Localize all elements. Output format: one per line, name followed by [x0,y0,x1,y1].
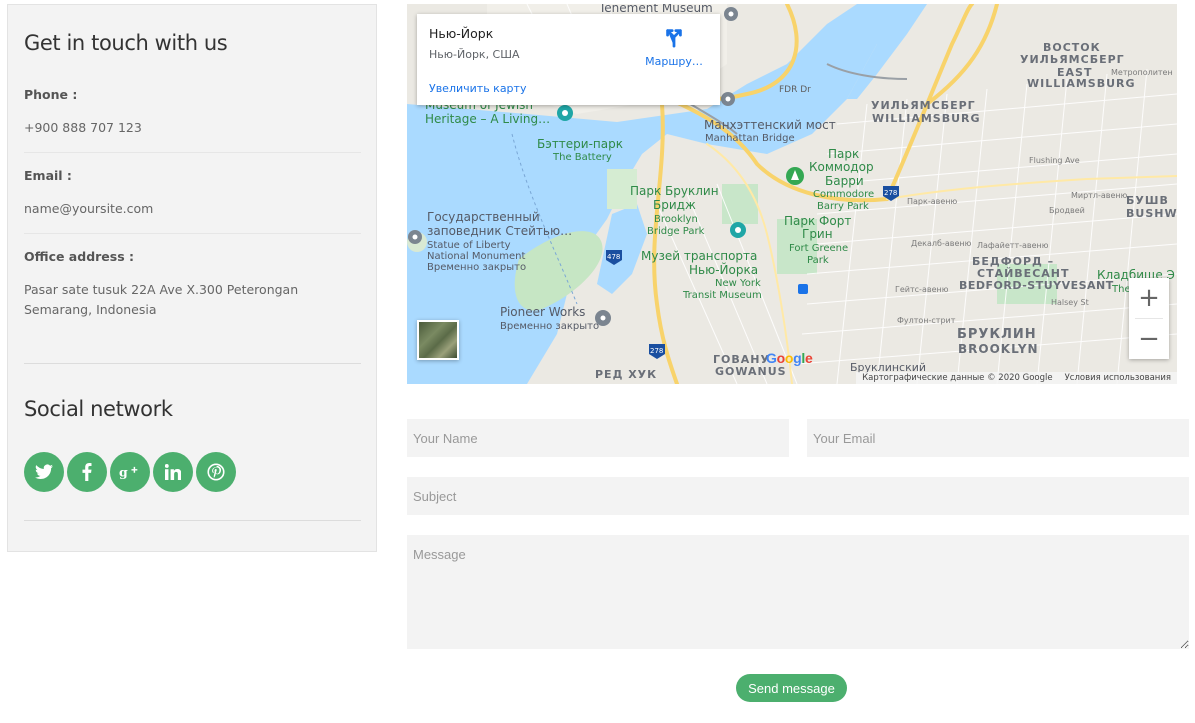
label-statue-1: Государственный [427,210,540,224]
label-commodore-3: Барри [825,174,864,188]
label-gates: Гейтс-авеню [895,285,949,294]
label-bushwick-ru: БУШВ [1126,194,1169,207]
social-title: Social network [24,397,173,421]
label-manhattan-bridge-en: Manhattan Bridge [705,133,795,144]
zoom-control: + − [1129,278,1169,359]
label-bedford-en: BEDFORD-STUYVESANT [959,279,1114,292]
label-transit-en-2: Transit Museum [683,290,762,301]
google-plus-button[interactable]: g [110,452,150,492]
label-williamsburg-en: WILLIAMSBURG [872,112,981,125]
twitter-icon [35,464,53,480]
label-transit-2: Нью-Йорка [689,263,759,277]
terms-link[interactable]: Условия использования [1065,373,1171,383]
send-message-button[interactable]: Send message [736,674,847,702]
map-attribution: Картографические данные © 2020 Google Ус… [856,372,1177,384]
label-transit-1: Музей транспорта [641,249,758,263]
message-textarea[interactable] [407,535,1189,649]
label-pioneer-closed: Временно закрыто [500,321,600,332]
email-block: Email : name@yoursite.com [24,168,361,234]
linkedin-button[interactable] [153,452,193,492]
label-fort-en-2: Park [807,255,829,266]
map-data-credit: Картографические данные © 2020 Google [862,373,1053,383]
social-divider [24,520,361,521]
label-battery-en: The Battery [553,152,612,163]
label-williamsburg-ru: УИЛЬЯМСБЕРГ [871,99,976,112]
satellite-toggle[interactable] [417,320,459,360]
directions-label: Маршру… [645,55,703,68]
label-broadway: Бродвей [1049,206,1085,215]
twitter-button[interactable] [24,452,64,492]
label-commodore-en-2: Barry Park [817,201,869,212]
label-museum-jewish-2: Heritage – A Living… [425,112,551,126]
label-bushwick-en: BUSHWIC [1126,207,1177,220]
google-plus-icon: g [119,464,138,479]
label-pioneer: Pioneer Works [500,305,586,319]
email-value: name@yoursite.com [24,201,154,216]
contact-title: Get in touch with us [24,31,228,55]
label-manhattan-bridge-ru: Манхэттенский мост [704,118,836,132]
label-fort-2: Грин [802,227,833,241]
label-brooklyn-ru: БРУКЛИН [957,327,1037,342]
facebook-icon [82,463,92,481]
label-bbp-en-2: Bridge Park [647,226,705,237]
pinterest-icon [207,463,225,481]
linkedin-icon [165,464,181,480]
label-vostok-2: УИЛЬЯМСБЕРГ [1020,53,1125,66]
shield-478: 478 [607,253,621,261]
label-park-ave: Парк-авеню [907,197,958,206]
label-bbp-1: Парк Бруклин [630,184,719,198]
name-input[interactable] [407,419,789,457]
label-brooklyn-en: BROOKLYN [958,342,1039,356]
label-fdr: FDR Dr [779,85,811,95]
label-fulton: Фултон-стрит [897,316,956,325]
label-cemetery-en: The [1112,284,1131,295]
label-bbp-2: Бридж [653,198,696,212]
enlarge-map-link[interactable]: Увеличить карту [429,82,526,95]
address-value: Pasar sate tusuk 22A Ave X.300 Peteronga… [24,282,299,317]
directions-icon [666,29,682,48]
svg-text:g: g [119,464,128,479]
facebook-button[interactable] [67,452,107,492]
email-label: Email : [24,168,72,183]
label-lafayette: Лафайетт-авеню [977,241,1049,250]
zoom-in-button[interactable]: + [1129,278,1169,318]
contact-panel: Get in touch with us Phone : +900 888 70… [7,4,377,552]
google-logo: Google [766,350,813,366]
address-block: Office address : Pasar sate tusuk 22A Av… [24,249,361,364]
label-myrtle: Миртл-авеню [1071,191,1128,200]
label-halsey: Halsey St [1051,298,1089,307]
label-red-hook: РЕД ХУК [595,368,658,381]
label-statue-closed: Временно закрыто [427,262,527,273]
phone-block: Phone : +900 888 707 123 [24,87,361,153]
phone-value: +900 888 707 123 [24,120,142,135]
zoom-out-button[interactable]: − [1129,319,1169,359]
label-flushing: Flushing Ave [1029,156,1080,165]
map-place-card: Нью-Йорк Нью-Йорк, США Увеличить карту М… [417,14,720,105]
label-commodore-2: Коммодор [809,160,874,174]
pinterest-button[interactable] [196,452,236,492]
social-links: g [24,452,236,492]
label-gowanus-en: GOWANUS [715,365,787,378]
map-embed[interactable]: 278 278 478 Tenement Museum ВОСТОК УИЛЬЯ… [407,4,1177,384]
label-battery-ru: Бэттери-парк [537,137,623,151]
directions-button[interactable]: Маршру… [644,26,704,68]
shield-278-b: 278 [650,347,664,355]
subject-input[interactable] [407,477,1189,515]
address-label: Office address : [24,249,135,264]
label-metropolitan: Метрополитен [1111,68,1173,77]
label-statue-2: заповедник Стейтью… [427,224,573,238]
phone-label: Phone : [24,87,78,102]
shield-278-a: 278 [884,189,898,197]
email-input[interactable] [807,419,1189,457]
label-dekalb: Декалб-авеню [911,239,972,248]
